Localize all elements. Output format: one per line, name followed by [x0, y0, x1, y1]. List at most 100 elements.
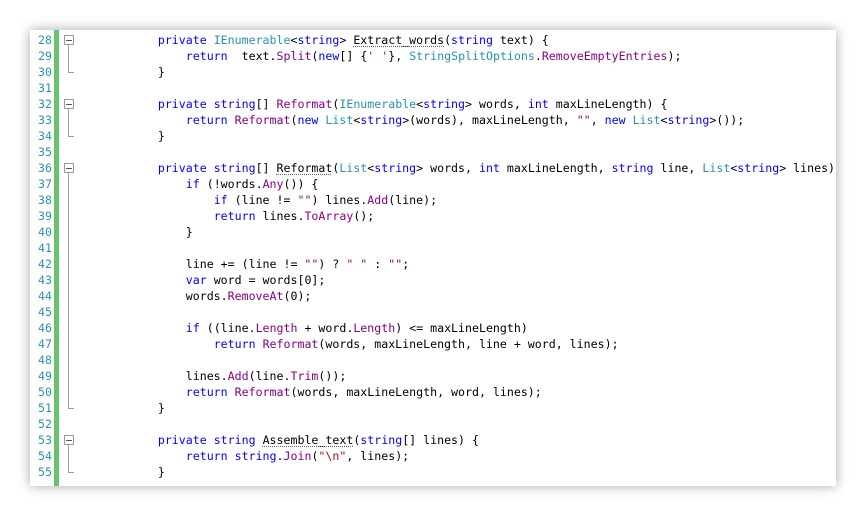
code-line[interactable]: 32 private string[] Reformat(IEnumerable… — [30, 96, 836, 112]
code-token: . — [276, 449, 284, 463]
fold-guide-line — [68, 445, 69, 472]
line-number: 29 — [38, 49, 52, 63]
code-token: new — [318, 49, 340, 63]
code-token: , — [590, 113, 605, 127]
line-number: 43 — [38, 273, 52, 287]
code-token: } — [102, 465, 165, 479]
code-line[interactable]: 29 return text.Split(new[] {' '}, String… — [30, 48, 836, 64]
code-line[interactable]: 55 } — [30, 464, 836, 480]
code-line[interactable]: 30 } — [30, 64, 836, 80]
code-line[interactable]: 31 — [30, 80, 836, 96]
line-number: 36 — [38, 161, 52, 175]
code-line[interactable]: 51 } — [30, 400, 836, 416]
code-token: Any — [262, 177, 284, 191]
code-token: int — [478, 161, 500, 175]
code-line[interactable]: 40 } — [30, 224, 836, 240]
code-line[interactable]: 49 lines.Add(line.Trim()); — [30, 368, 836, 384]
code-line[interactable]: 28 private IEnumerable<string> Extract_w… — [30, 32, 836, 48]
code-token: ; — [402, 257, 410, 271]
line-number: 39 — [38, 209, 52, 223]
code-token: [] lines) { — [402, 433, 479, 447]
code-text: } — [102, 224, 193, 240]
code-line[interactable]: 54 return string.Join("\n", lines); — [30, 448, 836, 464]
code-line[interactable]: 45 — [30, 304, 836, 320]
code-token: "" — [388, 257, 403, 271]
code-token: lines. — [255, 209, 305, 223]
code-text: return lines.ToArray(); — [102, 208, 375, 224]
line-number: 52 — [38, 417, 52, 431]
code-token: } — [102, 225, 193, 239]
line-number: 30 — [38, 65, 52, 79]
line-number: 55 — [38, 465, 52, 479]
code-line[interactable]: 53 private string Assemble_text(string[]… — [30, 432, 836, 448]
code-token: text. — [234, 49, 277, 63]
code-token: private — [157, 97, 214, 111]
code-token: text) { — [492, 33, 549, 47]
code-token: RemoveAt — [227, 289, 284, 303]
code-line[interactable]: 50 return Reformat(words, maxLineLength,… — [30, 384, 836, 400]
code-line[interactable]: 43 var word = words[0]; — [30, 272, 836, 288]
code-line[interactable]: 44 words.RemoveAt(0); — [30, 288, 836, 304]
code-line[interactable]: 35 — [30, 144, 836, 160]
code-token: IEnumerable — [213, 33, 291, 47]
code-token: var — [185, 273, 207, 287]
code-token: }, — [388, 49, 410, 63]
code-token: maxLineLength, — [499, 161, 612, 175]
fold-guide-end — [68, 136, 74, 137]
line-number: 49 — [38, 369, 52, 383]
code-token: } — [102, 129, 165, 143]
code-token: Length — [353, 321, 396, 335]
code-editor[interactable]: 28 private IEnumerable<string> Extract_w… — [30, 30, 836, 486]
fold-guide-end — [68, 472, 74, 473]
code-text: private IEnumerable<string> Extract_word… — [102, 32, 549, 48]
code-line[interactable]: 36 private string[] Reformat(List<string… — [30, 160, 836, 176]
code-text: } — [102, 464, 165, 480]
code-token: word = words[0]; — [206, 273, 326, 287]
code-line[interactable]: 52 — [30, 416, 836, 432]
collapse-toggle-icon[interactable] — [64, 99, 74, 109]
code-token: List — [632, 113, 661, 127]
code-token: Join — [283, 449, 312, 463]
code-token: Assemble_text — [262, 433, 354, 447]
code-line[interactable]: 39 return lines.ToArray(); — [30, 208, 836, 224]
code-text: return Reformat(new List<string>(words),… — [102, 112, 745, 128]
code-token: : — [367, 257, 389, 271]
line-number: 44 — [38, 289, 52, 303]
code-token: ); — [667, 49, 682, 63]
code-token: ) ? — [318, 257, 347, 271]
line-number: 37 — [38, 177, 52, 191]
code-token: } — [102, 401, 165, 415]
code-line[interactable]: 34 } — [30, 128, 836, 144]
code-text: return string.Join("\n", lines); — [102, 448, 409, 464]
collapse-toggle-icon[interactable] — [64, 435, 74, 445]
code-line[interactable]: 33 return Reformat(new List<string>(word… — [30, 112, 836, 128]
code-line[interactable]: 46 if ((line.Length + word.Length) <= ma… — [30, 320, 836, 336]
code-token: (line. — [248, 369, 291, 383]
code-token: string — [234, 449, 277, 463]
code-line[interactable]: 42 line += (line != "") ? " " : ""; — [30, 256, 836, 272]
code-line[interactable]: 48 — [30, 352, 836, 368]
code-token: return — [213, 337, 263, 351]
code-token: string — [451, 33, 493, 47]
code-line[interactable]: 47 return Reformat(words, maxLineLength,… — [30, 336, 836, 352]
code-line[interactable]: 38 if (line != "") lines.Add(line); — [30, 192, 836, 208]
code-text: private string[] Reformat(List<string> w… — [102, 160, 836, 176]
line-number: 51 — [38, 401, 52, 415]
code-text: words.RemoveAt(0); — [102, 288, 312, 304]
collapse-toggle-icon[interactable] — [64, 35, 74, 45]
code-token: Split — [276, 49, 312, 63]
collapse-toggle-icon[interactable] — [64, 163, 74, 173]
code-token: new — [604, 113, 633, 127]
code-token: words. — [102, 289, 228, 303]
code-line[interactable]: 37 if (!words.Any()) { — [30, 176, 836, 192]
code-line[interactable]: 41 — [30, 240, 836, 256]
code-token: return — [185, 449, 235, 463]
code-token: > words, — [465, 97, 528, 111]
code-token: [] — [255, 97, 277, 111]
code-token: string — [737, 161, 780, 175]
code-text: lines.Add(line.Trim()); — [102, 368, 347, 384]
code-text: private string Assemble_text(string[] li… — [102, 432, 479, 448]
